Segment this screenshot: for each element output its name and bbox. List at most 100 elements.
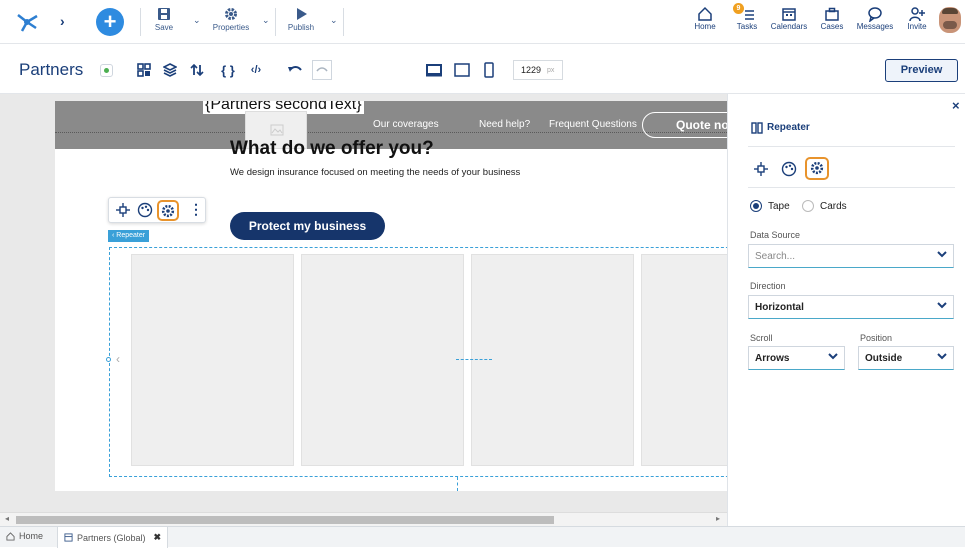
scroll-right-icon[interactable]: ▸ bbox=[716, 514, 720, 523]
tablet-view-icon[interactable] bbox=[452, 60, 472, 80]
palette-icon[interactable] bbox=[137, 202, 153, 218]
panel-palette-icon[interactable] bbox=[781, 161, 797, 177]
chevron-right-icon[interactable]: › bbox=[60, 13, 65, 29]
undo-icon[interactable] bbox=[285, 60, 305, 80]
code-icon[interactable]: ‹/› bbox=[246, 60, 266, 80]
tab-home[interactable]: Home bbox=[6, 531, 43, 541]
scroll-left-icon[interactable]: ◂ bbox=[5, 514, 9, 523]
position-select[interactable]: Outside bbox=[858, 346, 954, 370]
nav-link-coverages[interactable]: Our coverages bbox=[373, 119, 439, 130]
home-icon bbox=[698, 6, 712, 21]
add-button[interactable]: + bbox=[96, 8, 124, 36]
nav-link-faq[interactable]: Frequent Questions bbox=[549, 119, 637, 130]
cases-button[interactable]: Cases bbox=[820, 6, 844, 31]
home-label: Home bbox=[694, 22, 716, 31]
tab-partners-label: Partners (Global) bbox=[77, 532, 146, 543]
repeater-tag[interactable]: ‹ Repeater bbox=[108, 230, 150, 242]
repeater-card[interactable] bbox=[131, 254, 294, 466]
properties-panel: × Repeater Tape Cards Data Source Search… bbox=[727, 94, 965, 526]
scroll-label: Scroll bbox=[750, 333, 773, 343]
layers-icon[interactable] bbox=[160, 60, 180, 80]
app-logo-icon[interactable] bbox=[14, 11, 40, 33]
chevron-down-icon bbox=[937, 351, 947, 361]
redo-icon[interactable] bbox=[312, 60, 332, 80]
avatar[interactable] bbox=[939, 7, 961, 33]
data-source-placeholder: Search... bbox=[755, 250, 796, 262]
desktop-view-icon[interactable] bbox=[424, 60, 444, 80]
width-value: 1229 bbox=[521, 65, 542, 75]
tab-partners[interactable]: Partners (Global) ✖ bbox=[57, 527, 169, 548]
home-button[interactable]: Home bbox=[694, 6, 716, 31]
direction-value: Horizontal bbox=[755, 301, 804, 313]
cases-label: Cases bbox=[820, 22, 844, 31]
direction-label: Direction bbox=[750, 281, 786, 291]
divider bbox=[748, 187, 955, 188]
repeater-card[interactable] bbox=[471, 254, 634, 466]
properties-button[interactable]: Properties bbox=[208, 7, 254, 32]
protect-business-button[interactable]: Protect my business bbox=[230, 212, 385, 240]
direction-select[interactable]: Horizontal bbox=[748, 295, 954, 319]
repeater-container[interactable]: ‹ bbox=[106, 247, 727, 477]
tasks-label: Tasks bbox=[736, 22, 758, 31]
form-page[interactable]: {Partners secondText} Our coverages Need… bbox=[55, 101, 727, 491]
braces-icon[interactable]: { } bbox=[218, 60, 238, 80]
gear-icon bbox=[225, 8, 237, 20]
chevron-down-icon[interactable]: ⌄ bbox=[193, 15, 201, 26]
quote-now-button[interactable]: Quote now bbox=[642, 112, 727, 138]
briefcase-icon bbox=[825, 7, 839, 21]
panel-title: Repeater bbox=[767, 122, 810, 133]
settings-gear-icon[interactable] bbox=[157, 200, 179, 221]
image-icon bbox=[270, 124, 284, 136]
radio-tape-label: Tape bbox=[768, 201, 790, 212]
position-value: Outside bbox=[865, 352, 903, 364]
calendars-label: Calendars bbox=[770, 22, 808, 31]
tasks-button[interactable]: Tasks 9 bbox=[733, 3, 758, 31]
divider bbox=[343, 8, 344, 36]
scroll-select[interactable]: Arrows bbox=[748, 346, 845, 370]
resize-handle[interactable] bbox=[106, 357, 111, 362]
design-canvas[interactable]: {Partners secondText} Our coverages Need… bbox=[0, 94, 727, 526]
data-source-label: Data Source bbox=[750, 230, 801, 240]
radio-cards[interactable] bbox=[802, 200, 814, 212]
section-subheading[interactable]: We design insurance focused on meeting t… bbox=[230, 167, 520, 178]
close-tab-icon[interactable]: ✖ bbox=[154, 532, 162, 543]
messages-button[interactable]: Messages bbox=[855, 6, 895, 31]
mobile-view-icon[interactable] bbox=[479, 60, 499, 80]
grid-icon[interactable] bbox=[134, 60, 154, 80]
chevron-down-icon bbox=[937, 249, 947, 259]
chat-icon bbox=[868, 7, 882, 22]
invite-button[interactable]: Invite bbox=[906, 6, 928, 31]
move-icon[interactable] bbox=[115, 202, 131, 218]
horizontal-scrollbar[interactable]: ◂ ▸ bbox=[0, 512, 727, 526]
panel-settings-gear-icon[interactable] bbox=[805, 157, 829, 180]
divider bbox=[748, 146, 955, 147]
width-input[interactable]: 1229 px bbox=[513, 60, 563, 80]
radio-tape[interactable] bbox=[750, 200, 762, 212]
scrollbar-thumb[interactable] bbox=[16, 516, 554, 524]
preview-button[interactable]: Preview bbox=[885, 59, 958, 82]
panel-move-icon[interactable] bbox=[753, 161, 769, 177]
sort-icon[interactable] bbox=[187, 60, 207, 80]
invite-label: Invite bbox=[907, 22, 927, 31]
close-panel-icon[interactable]: × bbox=[952, 98, 960, 113]
repeater-card[interactable] bbox=[641, 254, 727, 466]
divider bbox=[140, 8, 141, 36]
chevron-down-icon bbox=[828, 351, 838, 361]
publish-button[interactable]: Publish bbox=[284, 7, 318, 32]
chevron-down-icon[interactable]: ⌄ bbox=[330, 15, 338, 26]
divider bbox=[275, 8, 276, 36]
status-indicator bbox=[100, 64, 113, 77]
data-source-select[interactable]: Search... bbox=[748, 244, 954, 268]
nav-link-help[interactable]: Need help? bbox=[479, 119, 530, 130]
home-icon bbox=[6, 531, 15, 541]
repeater-card[interactable] bbox=[301, 254, 464, 466]
scroll-value: Arrows bbox=[755, 352, 790, 364]
chevron-down-icon[interactable]: ⌄ bbox=[262, 15, 270, 26]
calendars-button[interactable]: Calendars bbox=[770, 6, 808, 31]
scroll-left-arrow-icon[interactable]: ‹ bbox=[116, 352, 120, 366]
calendar-icon bbox=[782, 8, 796, 21]
section-heading[interactable]: What do we offer you? bbox=[230, 138, 434, 160]
repeater-bottom-handle bbox=[457, 477, 458, 491]
save-button[interactable]: Save bbox=[152, 7, 176, 32]
more-options-icon[interactable]: ⋮ bbox=[189, 201, 203, 218]
